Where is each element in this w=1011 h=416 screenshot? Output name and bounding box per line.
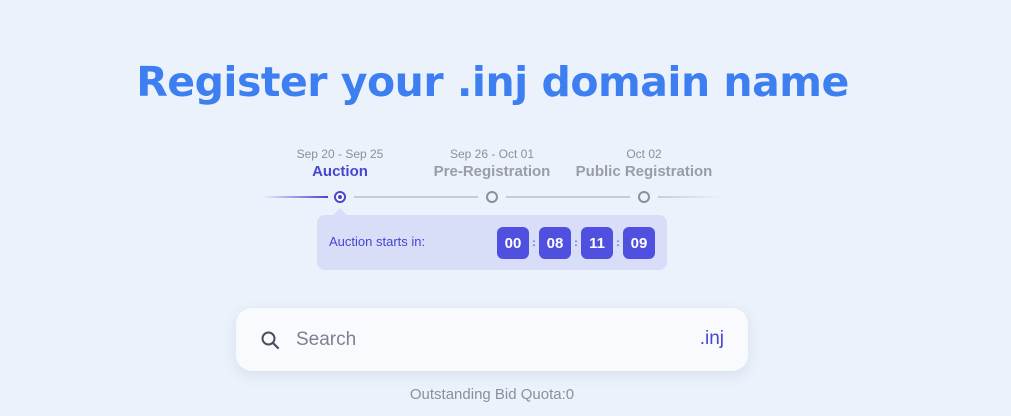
countdown-label: Auction starts in: (329, 234, 426, 249)
step-date: Sep 26 - Oct 01 (449, 147, 535, 161)
countdown-minutes: 11 (581, 227, 613, 259)
step-date: Sep 20 - Sep 25 (296, 147, 384, 161)
step-label: Auction (312, 163, 368, 180)
countdown-panel: Auction starts in: 00 : 08 : 11 : 09 (317, 208, 667, 270)
timeline-step-pre-registration: Sep 26 - Oct 01 Pre-Registration (407, 146, 577, 182)
search-icon (260, 330, 280, 350)
tld-suffix: .inj (699, 328, 724, 349)
page-title: Register your .inj domain name (136, 58, 849, 106)
countdown-separator: : (616, 237, 620, 249)
step-label: Public Registration (575, 163, 713, 180)
countdown-days: 00 (497, 227, 529, 259)
bid-quota-text: Outstanding Bid Quota:0 (409, 386, 575, 403)
countdown-hours: 08 (539, 227, 571, 259)
countdown-separator: : (532, 237, 536, 249)
timeline-dot-active (334, 191, 346, 203)
timeline-step-public-registration: Oct 02 Public Registration (559, 146, 729, 182)
countdown-separator: : (574, 237, 578, 249)
countdown-seconds: 09 (623, 227, 655, 259)
timeline-dot (638, 191, 650, 203)
registration-timeline: Sep 20 - Sep 25 Auction Sep 26 - Oct 01 … (262, 146, 724, 206)
countdown-timer: 00 : 08 : 11 : 09 (497, 227, 655, 259)
timeline-track-line (658, 196, 724, 198)
timeline-dot (486, 191, 498, 203)
timeline-track-line (506, 196, 630, 198)
domain-search-bar[interactable]: .inj (236, 308, 748, 371)
domain-search-input[interactable] (296, 326, 676, 354)
step-label: Pre-Registration (433, 163, 551, 180)
timeline-progress-line (262, 196, 328, 198)
timeline-step-auction: Sep 20 - Sep 25 Auction (255, 146, 425, 182)
step-date: Oct 02 (626, 147, 662, 161)
page: Register your .inj domain name Sep 20 - … (0, 0, 1011, 416)
timeline-track-line (354, 196, 478, 198)
